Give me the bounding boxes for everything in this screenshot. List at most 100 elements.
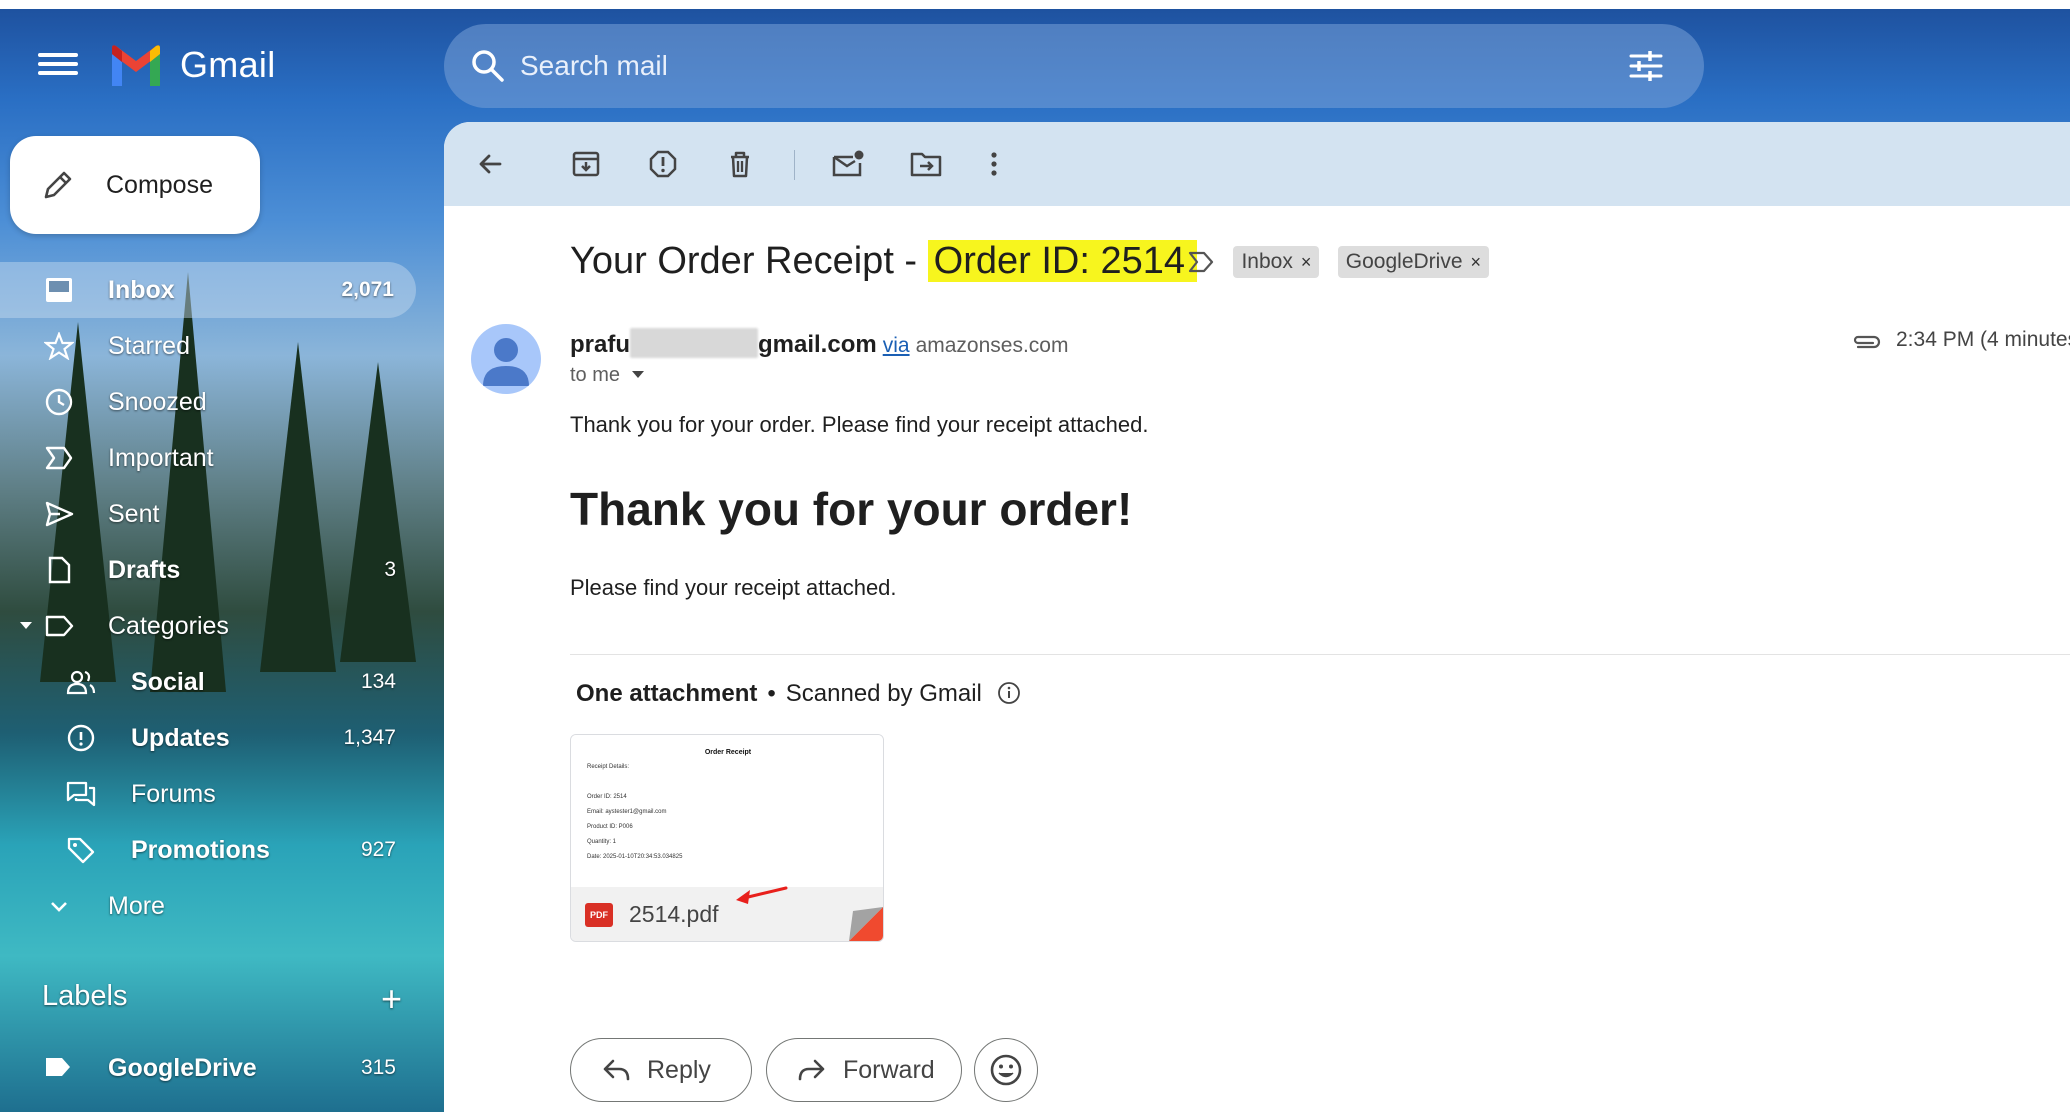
sidebar-item-label: GoogleDrive [108, 1054, 257, 1082]
sidebar-item-starred[interactable]: Starred [0, 318, 430, 374]
email-heading: Thank you for your order! [570, 483, 1133, 535]
delete-icon [731, 151, 749, 178]
remove-label-button[interactable]: × [1471, 252, 1482, 272]
report-spam-icon [649, 150, 677, 178]
attachment-count-label: One attachment [576, 680, 758, 707]
label-tag-icon [46, 1058, 70, 1076]
draft-icon [48, 556, 71, 584]
subject-highlight: Order ID: 2514 [927, 240, 1197, 282]
archive-icon [572, 151, 600, 177]
important-marker-icon[interactable] [1187, 248, 1215, 276]
email-timestamp: 2:34 PM (4 minutes [1896, 328, 2070, 351]
preview-line: Order ID: 2514 [587, 794, 627, 800]
window-top-edge [0, 0, 2070, 9]
mark-unread-icon [832, 150, 864, 177]
preview-line [587, 779, 869, 785]
delete-button[interactable] [718, 142, 762, 186]
sidebar-item-social[interactable]: Social 134 [0, 654, 430, 710]
important-icon [45, 446, 73, 470]
sidebar-item-count: 1,347 [343, 726, 396, 749]
recipient-details-toggle[interactable]: to me [570, 364, 645, 387]
reply-label: Reply [647, 1055, 711, 1084]
attachment-file-name: 2514.pdf [629, 901, 719, 927]
sidebar-item-label: Promotions [131, 835, 270, 864]
message-view: Your Order Receipt - Order ID: 2514 Inbo… [444, 122, 2070, 1112]
subject-prefix: Your Order Receipt - [570, 240, 928, 282]
compose-button[interactable]: Compose [10, 136, 260, 234]
subject-row: Your Order Receipt - Order ID: 2514 Inbo… [570, 240, 1490, 292]
toolbar-divider [794, 150, 795, 180]
sender-avatar[interactable] [471, 324, 541, 394]
back-button[interactable] [468, 142, 512, 186]
preview-line: Product ID: P006 [587, 824, 633, 830]
main-menu-button[interactable] [38, 48, 78, 84]
archive-button[interactable] [564, 142, 608, 186]
clock-icon [45, 388, 73, 416]
sidebar-item-promotions[interactable]: Promotions 927 [0, 822, 430, 878]
sidebar-item-label: Sent [108, 499, 160, 528]
reply-button[interactable]: Reply [570, 1038, 752, 1102]
inbox-icon [46, 278, 72, 302]
preview-line: Quantity: 1 [587, 839, 617, 845]
more-vert-icon [991, 152, 997, 176]
sidebar-item-categories[interactable]: Categories [0, 598, 430, 654]
search-icon[interactable] [468, 46, 508, 86]
gmail-logo-icon [112, 45, 160, 86]
mark-unread-button[interactable] [826, 142, 870, 186]
move-to-button[interactable] [904, 142, 948, 186]
chevron-down-icon [51, 902, 67, 912]
sidebar-item-count: 134 [360, 670, 396, 693]
emoji-reaction-button[interactable] [974, 1038, 1038, 1102]
smiley-icon [990, 1054, 1022, 1086]
label-icon [45, 615, 74, 637]
info-icon[interactable] [997, 681, 1021, 705]
search-input[interactable] [520, 40, 1520, 92]
via-link[interactable]: via [883, 334, 910, 357]
create-label-button[interactable]: + [381, 980, 402, 1018]
email-body-text: Please find your receipt attached. [570, 575, 897, 600]
preview-line: Email: aystester1@gmail.com [587, 809, 667, 815]
chip-label: GoogleDrive [1345, 249, 1463, 273]
sender-email-end[interactable]: gmail.com [758, 331, 877, 358]
label-chip-googledrive: GoogleDrive × [1337, 245, 1490, 278]
attachments-divider [570, 654, 2070, 655]
redacted-text [630, 328, 758, 358]
sidebar-item-inbox[interactable]: Inbox 2,071 [0, 262, 416, 318]
attachment-clip-icon [1853, 335, 1881, 349]
sidebar-item-label: Inbox [108, 275, 175, 304]
reply-icon [603, 1059, 630, 1081]
sidebar-item-label: Snoozed [108, 387, 207, 416]
sidebar-item-snoozed[interactable]: Snoozed [0, 374, 430, 430]
sidebar-item-more[interactable]: More [0, 878, 430, 934]
scanned-label: Scanned by Gmail [785, 680, 982, 707]
attachments-header: One attachment • Scanned by Gmail [576, 680, 1021, 708]
back-arrow-icon [479, 154, 502, 174]
forward-icon [798, 1059, 825, 1081]
sidebar-item-important[interactable]: Important [0, 430, 430, 486]
more-options-button[interactable] [972, 142, 1016, 186]
sidebar-label-googledrive[interactable]: GoogleDrive 315 [0, 1040, 430, 1096]
sender-email-start[interactable]: prafu [570, 331, 630, 358]
pencil-icon [44, 171, 72, 199]
preview-title: Order Receipt [704, 749, 752, 756]
page-curl-corner-icon [849, 907, 883, 941]
caret-down-icon[interactable] [20, 622, 32, 629]
report-spam-button[interactable] [641, 142, 685, 186]
remove-label-button[interactable]: × [1301, 252, 1312, 272]
preview-line: Date: 2025-01-10T20:34:53.034825 [587, 854, 683, 860]
search-bar[interactable] [444, 24, 1704, 108]
sidebar-item-updates[interactable]: Updates 1,347 [0, 710, 430, 766]
sidebar-item-sent[interactable]: Sent [0, 486, 430, 542]
search-options-icon[interactable] [1626, 46, 1666, 86]
sidebar-item-label: Drafts [108, 555, 181, 584]
forum-icon [66, 781, 96, 807]
sidebar-item-drafts[interactable]: Drafts 3 [0, 542, 430, 598]
forward-button[interactable]: Forward [766, 1038, 962, 1102]
people-icon [66, 670, 96, 695]
attachment-card-pdf[interactable]: Order Receipt Receipt Details: Order ID:… [570, 734, 884, 942]
sidebar-item-count: 315 [360, 1056, 396, 1079]
sidebar-item-label: Categories [108, 611, 229, 640]
sidebar-item-forums[interactable]: Forums [0, 766, 430, 822]
dropdown-arrow-icon [632, 371, 645, 378]
labels-heading: Labels [42, 980, 128, 1012]
